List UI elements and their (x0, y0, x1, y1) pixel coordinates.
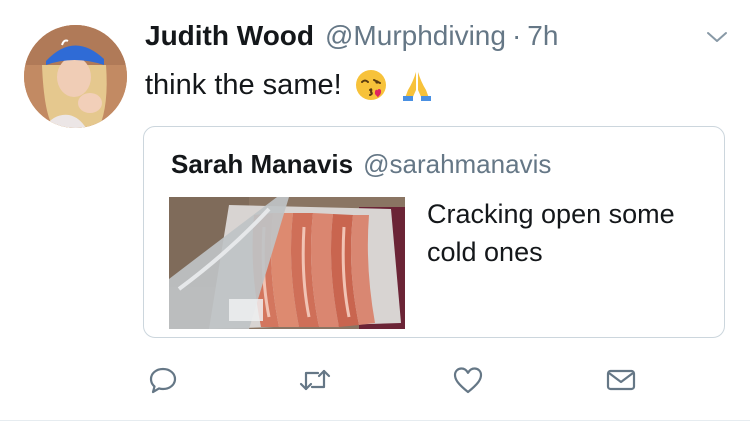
quoted-tweet-card[interactable]: Sarah Manavis @sarahmanavis Cracking ope… (143, 126, 725, 338)
author-handle[interactable]: @Murphdiving (325, 20, 506, 52)
kissing-face-emoji-icon (354, 68, 388, 102)
author-avatar[interactable] (24, 25, 127, 128)
more-options-chevron-down-icon[interactable] (706, 30, 728, 44)
heart-icon (453, 367, 483, 394)
separator-dot: · (511, 20, 522, 51)
avatar-image (24, 25, 127, 128)
tweet[interactable]: Judith Wood @Murphdiving · 7h think the … (0, 0, 750, 425)
reply-button[interactable] (145, 362, 181, 398)
quoted-tweet-text: Cracking open some cold ones (427, 199, 675, 267)
author-name[interactable]: Judith Wood (145, 20, 314, 52)
like-button[interactable] (450, 362, 486, 398)
retweet-button[interactable] (297, 362, 333, 398)
tweet-timestamp[interactable]: 7h (527, 20, 558, 52)
tweet-body-text: think the same! (145, 68, 342, 101)
folded-hands-emoji-icon (400, 68, 434, 102)
quoted-author-handle: @sarahmanavis (363, 149, 552, 179)
quoted-tweet-media-image[interactable] (169, 197, 405, 329)
tweet-header: Judith Wood @Murphdiving · 7h (145, 20, 558, 60)
envelope-icon (606, 369, 636, 391)
tweet-divider (0, 420, 750, 421)
tweet-text: think the same! (145, 63, 434, 107)
quoted-tweet-header: Sarah Manavis @sarahmanavis (171, 149, 551, 180)
reply-icon (149, 367, 177, 394)
retweet-icon (299, 369, 331, 391)
direct-message-button[interactable] (603, 362, 639, 398)
quoted-author-name: Sarah Manavis (171, 149, 354, 179)
tweet-actions-bar (145, 362, 645, 398)
